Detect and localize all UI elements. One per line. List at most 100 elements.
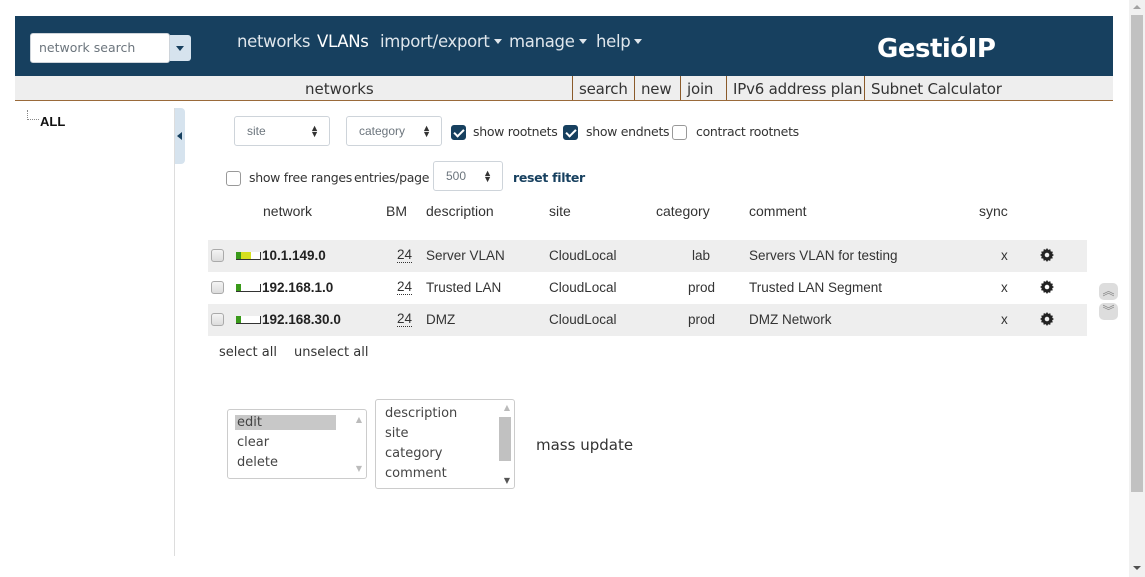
jump-to-top-icon[interactable]: ︽ [1099,283,1118,300]
contract-rootnets-checkbox[interactable] [672,125,687,140]
unselect-all-link[interactable]: unselect all [294,345,368,360]
mass-action-option-delete[interactable]: delete [237,455,278,470]
show-endnets-checkbox[interactable] [563,125,578,140]
site-select[interactable]: site ▲ ▼ [234,116,330,146]
nav-networks-label: networks [237,32,311,51]
category-cell: lab [692,248,711,263]
mass-action-option-clear[interactable]: clear [237,435,269,450]
column-header-description[interactable]: description [426,203,494,219]
category-select[interactable]: category ▲ ▼ [346,116,442,146]
sync-cell: x [1001,312,1008,327]
scroll-down-icon[interactable]: ▼ [504,476,510,485]
nav-manage[interactable]: manage [509,32,587,51]
scroll-down-arrow-icon[interactable] [1133,566,1141,570]
show-rootnets-checkbox[interactable] [451,125,466,140]
category-cell: prod [688,312,716,327]
field-option-description[interactable]: description [385,406,457,421]
tree-connector [27,110,39,120]
nav-help-label: help [596,32,631,51]
tree-node-all[interactable]: ALL [40,114,65,129]
network-address-link[interactable]: 192.168.30.0 [262,312,341,327]
column-header-comment[interactable]: comment [749,203,807,219]
nav-manage-label: manage [509,32,575,51]
scroll-up-icon[interactable]: ▲ [356,415,362,424]
sort-arrows-icon: ▲ ▼ [422,123,431,139]
network-address-link[interactable]: 192.168.1.0 [262,280,333,295]
category-select-value: category [359,124,406,138]
network-address-link[interactable]: 10.1.149.0 [262,248,326,263]
nav-networks[interactable]: networks [237,32,311,51]
mass-action-listbox[interactable]: edit clear delete ▲ ▼ [227,409,367,479]
column-header-category[interactable]: category [656,203,710,219]
nav-vlans-label: VLANs [317,32,369,51]
site-cell: CloudLocal [549,280,617,295]
gear-icon[interactable] [1040,312,1054,326]
subnav-subnet-calculator[interactable]: Subnet Calculator [864,76,1008,100]
column-header-sync[interactable]: sync [979,203,1008,219]
field-option-comment[interactable]: comment [385,466,447,481]
reset-filter-link[interactable]: reset filter [513,170,585,185]
subnav-search[interactable]: search [572,76,634,100]
scroll-down-icon[interactable]: ▼ [356,464,362,473]
page: network search networks VLANs import/exp… [0,0,1129,577]
sub-navbar: networks search new join IPv6 address pl… [15,76,1113,101]
comment-cell: Servers VLAN for testing [749,248,898,263]
bitmask-link[interactable]: 24 [397,248,413,263]
site-cell: CloudLocal [549,248,617,263]
comment-cell: Trusted LAN Segment [749,280,883,295]
show-rootnets-label: show rootnets [473,124,558,139]
show-free-ranges-label: show free ranges [249,170,352,185]
show-endnets-label: show endnets [586,124,670,139]
contract-rootnets-label: contract rootnets [696,124,799,139]
nav-import-export[interactable]: import/export [380,32,502,51]
column-header-network[interactable]: network [263,203,312,219]
select-all-link[interactable]: select all [219,345,277,360]
collapse-sidebar-button[interactable] [175,108,185,164]
column-header-site[interactable]: site [549,203,571,219]
bitmask-link[interactable]: 24 [397,312,413,327]
mass-update-fields-listbox[interactable]: description site category comment ▲ ▼ [375,399,515,489]
sidebar-divider [174,108,175,556]
nav-help[interactable]: help [596,32,643,51]
mass-update-button[interactable]: mass update [536,436,633,454]
caret-down-icon [493,39,502,44]
column-header-bm[interactable]: BM [386,203,407,219]
network-search-input[interactable]: network search [30,33,170,63]
mass-action-option-edit[interactable]: edit [235,415,336,430]
sync-cell: x [1001,280,1008,295]
table-row: 10.1.149.0 24 Server VLAN CloudLocal lab… [208,240,1087,272]
usage-bar-used [236,284,241,291]
caret-down-icon [578,39,587,44]
field-option-category[interactable]: category [385,446,442,461]
search-options-dropdown-button[interactable] [170,35,191,61]
show-free-ranges-checkbox[interactable] [226,171,241,186]
gear-icon[interactable] [1040,280,1054,294]
sort-arrows-icon: ▲ ▼ [483,168,492,184]
bitmask-link[interactable]: 24 [397,280,413,295]
listbox-scroll-thumb[interactable] [499,417,511,461]
subnav-new[interactable]: new [634,76,677,100]
brand-logo[interactable]: GestióIP [877,34,996,64]
usage-bar-used [236,316,241,323]
scrollbar-thumb[interactable] [1131,15,1143,492]
section-title: networks [305,80,374,98]
entries-per-page-value: 500 [446,169,467,183]
subnav-ipv6-address-plan[interactable]: IPv6 address plan [726,76,868,100]
description-cell: Server VLAN [426,248,505,263]
page-scrollbar[interactable] [1129,0,1145,577]
row-select-checkbox[interactable] [211,249,224,262]
jump-to-bottom-icon[interactable]: ︾ [1099,303,1118,320]
gear-icon[interactable] [1040,248,1054,262]
usage-bar [236,284,261,292]
field-option-site[interactable]: site [385,426,408,441]
category-cell: prod [688,280,716,295]
scroll-up-arrow-icon[interactable] [1133,5,1141,9]
row-select-checkbox[interactable] [211,281,224,294]
site-select-value: site [247,124,266,138]
subnav-join[interactable]: join [680,76,719,100]
entries-per-page-select[interactable]: 500 ▲ ▼ [433,161,503,191]
row-select-checkbox[interactable] [211,313,224,326]
table-row: 192.168.30.0 24 DMZ CloudLocal prod DMZ … [208,304,1087,336]
scroll-up-icon[interactable]: ▲ [504,403,510,412]
nav-vlans[interactable]: VLANs [317,32,369,51]
